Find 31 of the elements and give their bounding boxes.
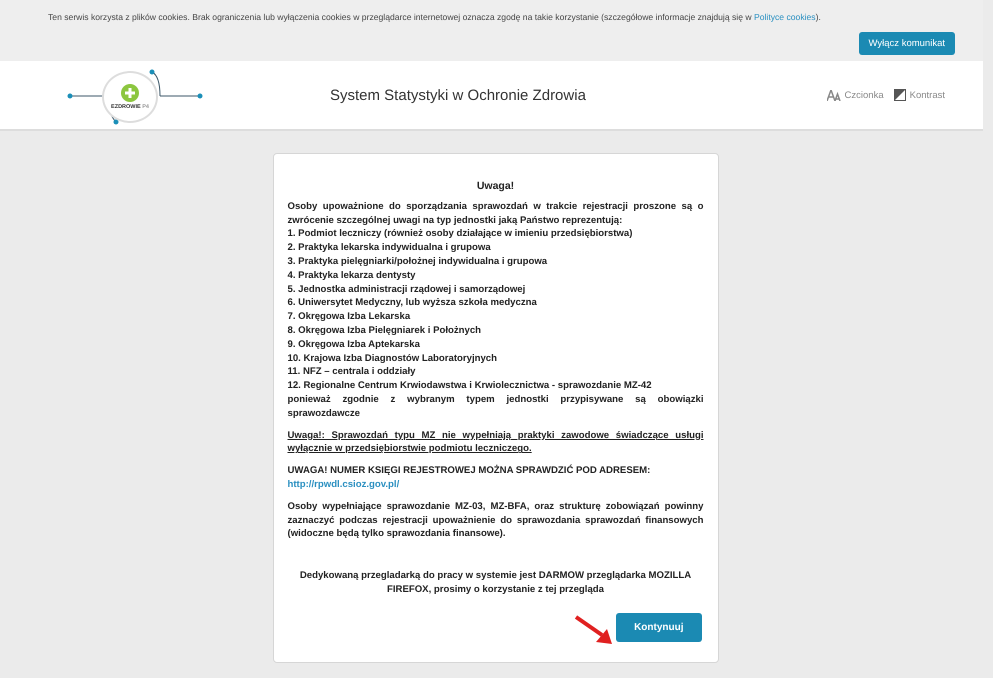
unit-type-item: 5. Jednostka administracji rządowej i samorządowej [288, 282, 526, 296]
continue-button[interactable]: Kontynuuj [616, 613, 702, 642]
unit-type-item: 10. Krajowa Izba Diagnostów Laboratoryjnych [288, 352, 498, 366]
finance-notice: Osoby wypełniające sprawozdanie MZ-03, MZ-BFA, oraz strukturę zobowiązań powinny zaznaczyć podczas rejestracji upoważnienie do sprawozdania sprawozdań finansowych (widoczne będą tylko sprawozdania finansowe). [288, 500, 704, 542]
cookie-notice: Ten serwis korzysta z plików cookies. Brak ograniczenia lub wyłączenia cookies w przeglądarce internetowej oznacza zgodę na takie korzystanie (szczegółowe informacje znajdują się w Polityce cookies). [48, 12, 822, 22]
registry-link[interactable]: http://rpwdl.csioz.gov.pl/ [288, 478, 400, 490]
unit-type-item: 7. Okręgowa Izba Lekarska [288, 310, 412, 324]
unit-type-item: 3. Praktyka pielęgniarki/położnej indywidualna i grupowa [288, 254, 548, 269]
notice-heading: Uwaga! [476, 180, 516, 194]
arrow-icon [574, 615, 614, 645]
unit-type-item: 2. Praktyka lekarska indywidualna i grupowa [288, 241, 492, 255]
plus-icon [121, 84, 139, 102]
unit-type-item: 12. Regionalne Centrum Krwiodawstwa i Krwiolecznictwa - sprawozdanie MZ-42 [288, 379, 653, 393]
notice-intro: Osoby upoważnione do sporządzania sprawozdań w trakcie rejestracji proszone są o zwrócenie szczególnej uwagi na typ jednostki jaką Państwo reprezentują: [288, 200, 704, 228]
cookie-policy-link[interactable]: Polityce cookies [754, 12, 816, 22]
accessibility-link[interactable]: Kontrast [894, 89, 945, 101]
unit-type-item: 6. Uniwersytet Medyczny, lub wyższa szkoła medyczna [288, 296, 538, 310]
notice-warning: Uwaga!: Sprawozdań typu MZ nie wypełniają praktyki zawodowe świadczące usługi wyłącznie w przedsiębiorstwie podmiotu leczniczego. [288, 428, 704, 456]
unit-type-item: 4. Praktyka lekarza dentysty [288, 268, 416, 283]
dismiss-button[interactable]: Wyłącz komunikat [858, 32, 955, 55]
unit-type-item: 9. Okręgowa Izba Aptekarska [288, 338, 421, 352]
unit-type-item: 11. NFZ – centrala i oddziały [288, 365, 416, 380]
contrast-icon [894, 89, 906, 101]
site-title: System Statystyki w Ochronie Zdrowia [330, 86, 587, 104]
browser-notice: Dedykowaną przegladarką do pracy w systemie jest DARMOW przeglądarka MOZILLA FIREFOX, prosimy o korzystanie z tej przegląda [300, 569, 692, 597]
font-size-icon [826, 90, 841, 100]
unit-type-item: 1. Podmiot leczniczy (również osoby działające w imieniu przedsiębiorstwa) [288, 227, 634, 242]
registry-notice: UWAGA! NUMER KSIĘGI REJESTROWEJ MOŻNA SPRAWDZIĆ POD ADRESEM: [288, 464, 652, 478]
accessibility-link[interactable]: Czcionka [826, 89, 884, 101]
unit-type-item: 8. Okręgowa Izba Pielęgniarek i Położnych [288, 324, 482, 338]
notice-paragraph: ponieważ zgodnie z wybranym typem jednostki przypisywane są obowiązki sprawozdawcze [288, 392, 704, 421]
